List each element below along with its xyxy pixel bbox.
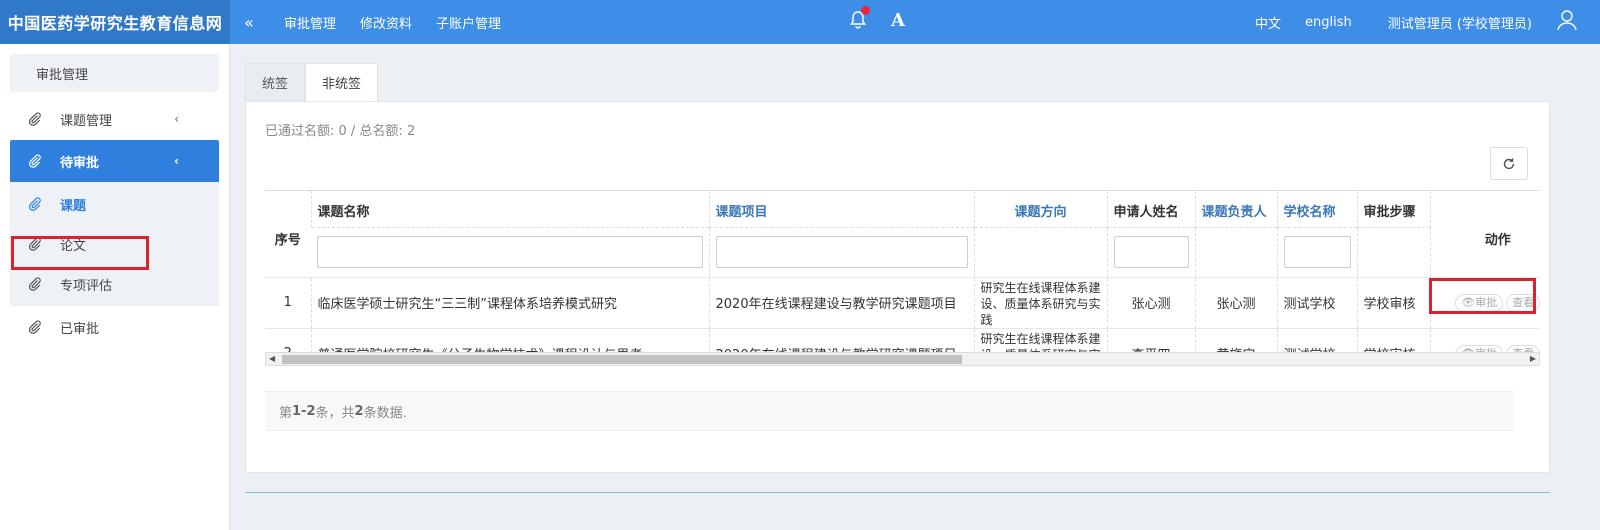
summary-mid: 条，共 — [315, 405, 355, 421]
notification-bell-icon[interactable] — [848, 6, 870, 32]
filter-step-empty — [1356, 226, 1430, 277]
sidebar: 审批管理 课题管理 ‹ 待审批 ‹ 课题 论文 专项评估 已审批 — [0, 44, 230, 530]
footer-divider — [245, 492, 1550, 493]
nav-edit-profile[interactable]: 修改资料 — [360, 13, 412, 32]
content-panel: 已通过名额: 0 / 总名额: 2 序号 课题名称 课题项目 课题方向 申请人姓… — [245, 101, 1550, 473]
col-header-direction[interactable]: 课题方向 — [973, 191, 1107, 227]
paperclip-icon — [28, 237, 41, 251]
filter-direction-empty — [973, 226, 1107, 277]
view-button[interactable]: 查看 — [1506, 293, 1540, 312]
sidebar-item-pending[interactable]: 待审批 ‹ — [10, 140, 219, 182]
nav-sub-accounts[interactable]: 子账户管理 — [436, 13, 501, 32]
col-header-title[interactable]: 课题名称 — [310, 191, 709, 227]
paperclip-icon — [28, 277, 41, 291]
pagination-summary: 第 1-2 条，共 2 条数据. — [265, 391, 1513, 431]
sidebar-item-special-evaluation[interactable]: 专项评估 — [10, 264, 219, 304]
scrollbar-thumb[interactable] — [282, 355, 962, 364]
font-size-icon[interactable]: A — [891, 10, 905, 31]
approve-button[interactable]: 👁审批 — [1455, 293, 1504, 312]
refresh-icon — [1503, 157, 1515, 169]
cell-leader: 张心测 — [1194, 276, 1277, 328]
filter-row — [265, 226, 1540, 277]
cell-direction: 研究生在线课程体系建设、质量体系研究与实践 — [973, 276, 1107, 328]
sidebar-item-label: 已审批 — [60, 321, 100, 337]
summary-suffix: 条数据. — [363, 405, 407, 421]
col-header-school[interactable]: 学校名称 — [1276, 191, 1357, 227]
paperclip-icon — [28, 112, 41, 126]
tab-unified[interactable]: 统签 — [245, 63, 306, 101]
nav-approval-management[interactable]: 审批管理 — [284, 13, 336, 32]
sidebar-item-topics[interactable]: 课题 — [10, 184, 219, 224]
sidebar-item-label: 论文 — [60, 238, 87, 254]
lang-zh-link[interactable]: 中文 — [1255, 13, 1281, 32]
summary-prefix: 第 — [279, 405, 293, 421]
scroll-right-arrow-icon[interactable]: ▶ — [1530, 353, 1536, 365]
sidebar-item-approved[interactable]: 已审批 — [0, 306, 229, 348]
notification-dot — [861, 6, 870, 15]
cell-applicant: 张心测 — [1106, 276, 1195, 328]
site-brand[interactable]: 中国医药学研究生教育信息网 — [0, 0, 230, 44]
approval-table: 序号 课题名称 课题项目 课题方向 申请人姓名 课题负责人 学校名称 审批步骤 … — [265, 191, 1540, 366]
col-header-action: 动作 — [1429, 191, 1540, 277]
col-header-applicant[interactable]: 申请人姓名 — [1106, 191, 1195, 227]
cell-project: 2020年在线课程建设与教学研究课题项目 — [708, 276, 974, 328]
filter-project-input[interactable] — [715, 236, 968, 268]
summary-total: 2 — [354, 403, 364, 419]
summary-range: 1-2 — [292, 403, 316, 419]
lang-en-link[interactable]: english — [1305, 15, 1352, 30]
cell-action: 👁审批 查看 — [1429, 276, 1540, 328]
sidebar-item-label: 待审批 — [60, 155, 100, 171]
filter-leader-empty — [1194, 226, 1277, 277]
quota-stats: 已通过名额: 0 / 总名额: 2 — [265, 124, 416, 139]
cell-title: 临床医学硕士研究生“三三制”课程体系培养模式研究 — [310, 276, 709, 328]
col-header-no: 序号 — [274, 233, 301, 249]
filter-school-input[interactable] — [1283, 236, 1351, 268]
sidebar-toggle-icon[interactable]: « — [244, 13, 266, 32]
horizontal-scrollbar[interactable]: ◀ ▶ — [265, 352, 1540, 366]
table-container: 序号 课题名称 课题项目 课题方向 申请人姓名 课题负责人 学校名称 审批步骤 … — [265, 190, 1540, 366]
tab-bar: 统签 非统签 — [245, 63, 379, 101]
col-header-leader[interactable]: 课题负责人 — [1194, 191, 1277, 227]
paperclip-icon — [28, 320, 41, 334]
top-right-menu: 中文 english 测试管理员 (学校管理员) — [1255, 0, 1600, 44]
user-avatar-icon[interactable] — [1556, 9, 1578, 35]
sidebar-item-label: 专项评估 — [60, 278, 113, 294]
cell-no: 1 — [265, 276, 311, 328]
cell-step: 学校审核 — [1356, 276, 1430, 328]
sidebar-item-label: 课题管理 — [60, 113, 113, 129]
table-header-row: 序号 课题名称 课题项目 课题方向 申请人姓名 课题负责人 学校名称 审批步骤 … — [265, 191, 1540, 277]
pending-submenu: 课题 论文 专项评估 — [10, 182, 219, 306]
col-header-project[interactable]: 课题项目 — [708, 191, 974, 227]
paperclip-icon — [28, 197, 41, 211]
scroll-left-arrow-icon[interactable]: ◀ — [269, 353, 275, 365]
paperclip-icon — [28, 154, 41, 168]
top-nav: 审批管理 修改资料 子账户管理 — [284, 13, 501, 32]
filter-title-input[interactable] — [317, 236, 703, 268]
tab-non-unified[interactable]: 非统签 — [305, 63, 379, 101]
refresh-button[interactable] — [1490, 147, 1528, 180]
sidebar-item-papers[interactable]: 论文 — [10, 224, 219, 264]
cell-school: 测试学校 — [1276, 276, 1357, 328]
chevron-left-icon: ‹ — [174, 154, 179, 168]
top-navbar: 中国医药学研究生教育信息网 « 审批管理 修改资料 子账户管理 A 中文 eng… — [0, 0, 1600, 44]
sidebar-item-topic-management[interactable]: 课题管理 ‹ — [0, 98, 229, 140]
sidebar-header: 审批管理 — [10, 54, 219, 92]
sidebar-item-label: 课题 — [60, 198, 87, 214]
table-row: 1 临床医学硕士研究生“三三制”课程体系培养模式研究 2020年在线课程建设与教… — [265, 276, 1540, 328]
col-header-step[interactable]: 审批步骤 — [1356, 191, 1430, 227]
chevron-left-icon: ‹ — [174, 112, 179, 126]
user-name[interactable]: 测试管理员 (学校管理员) — [1388, 13, 1532, 32]
filter-applicant-input[interactable] — [1113, 236, 1189, 268]
